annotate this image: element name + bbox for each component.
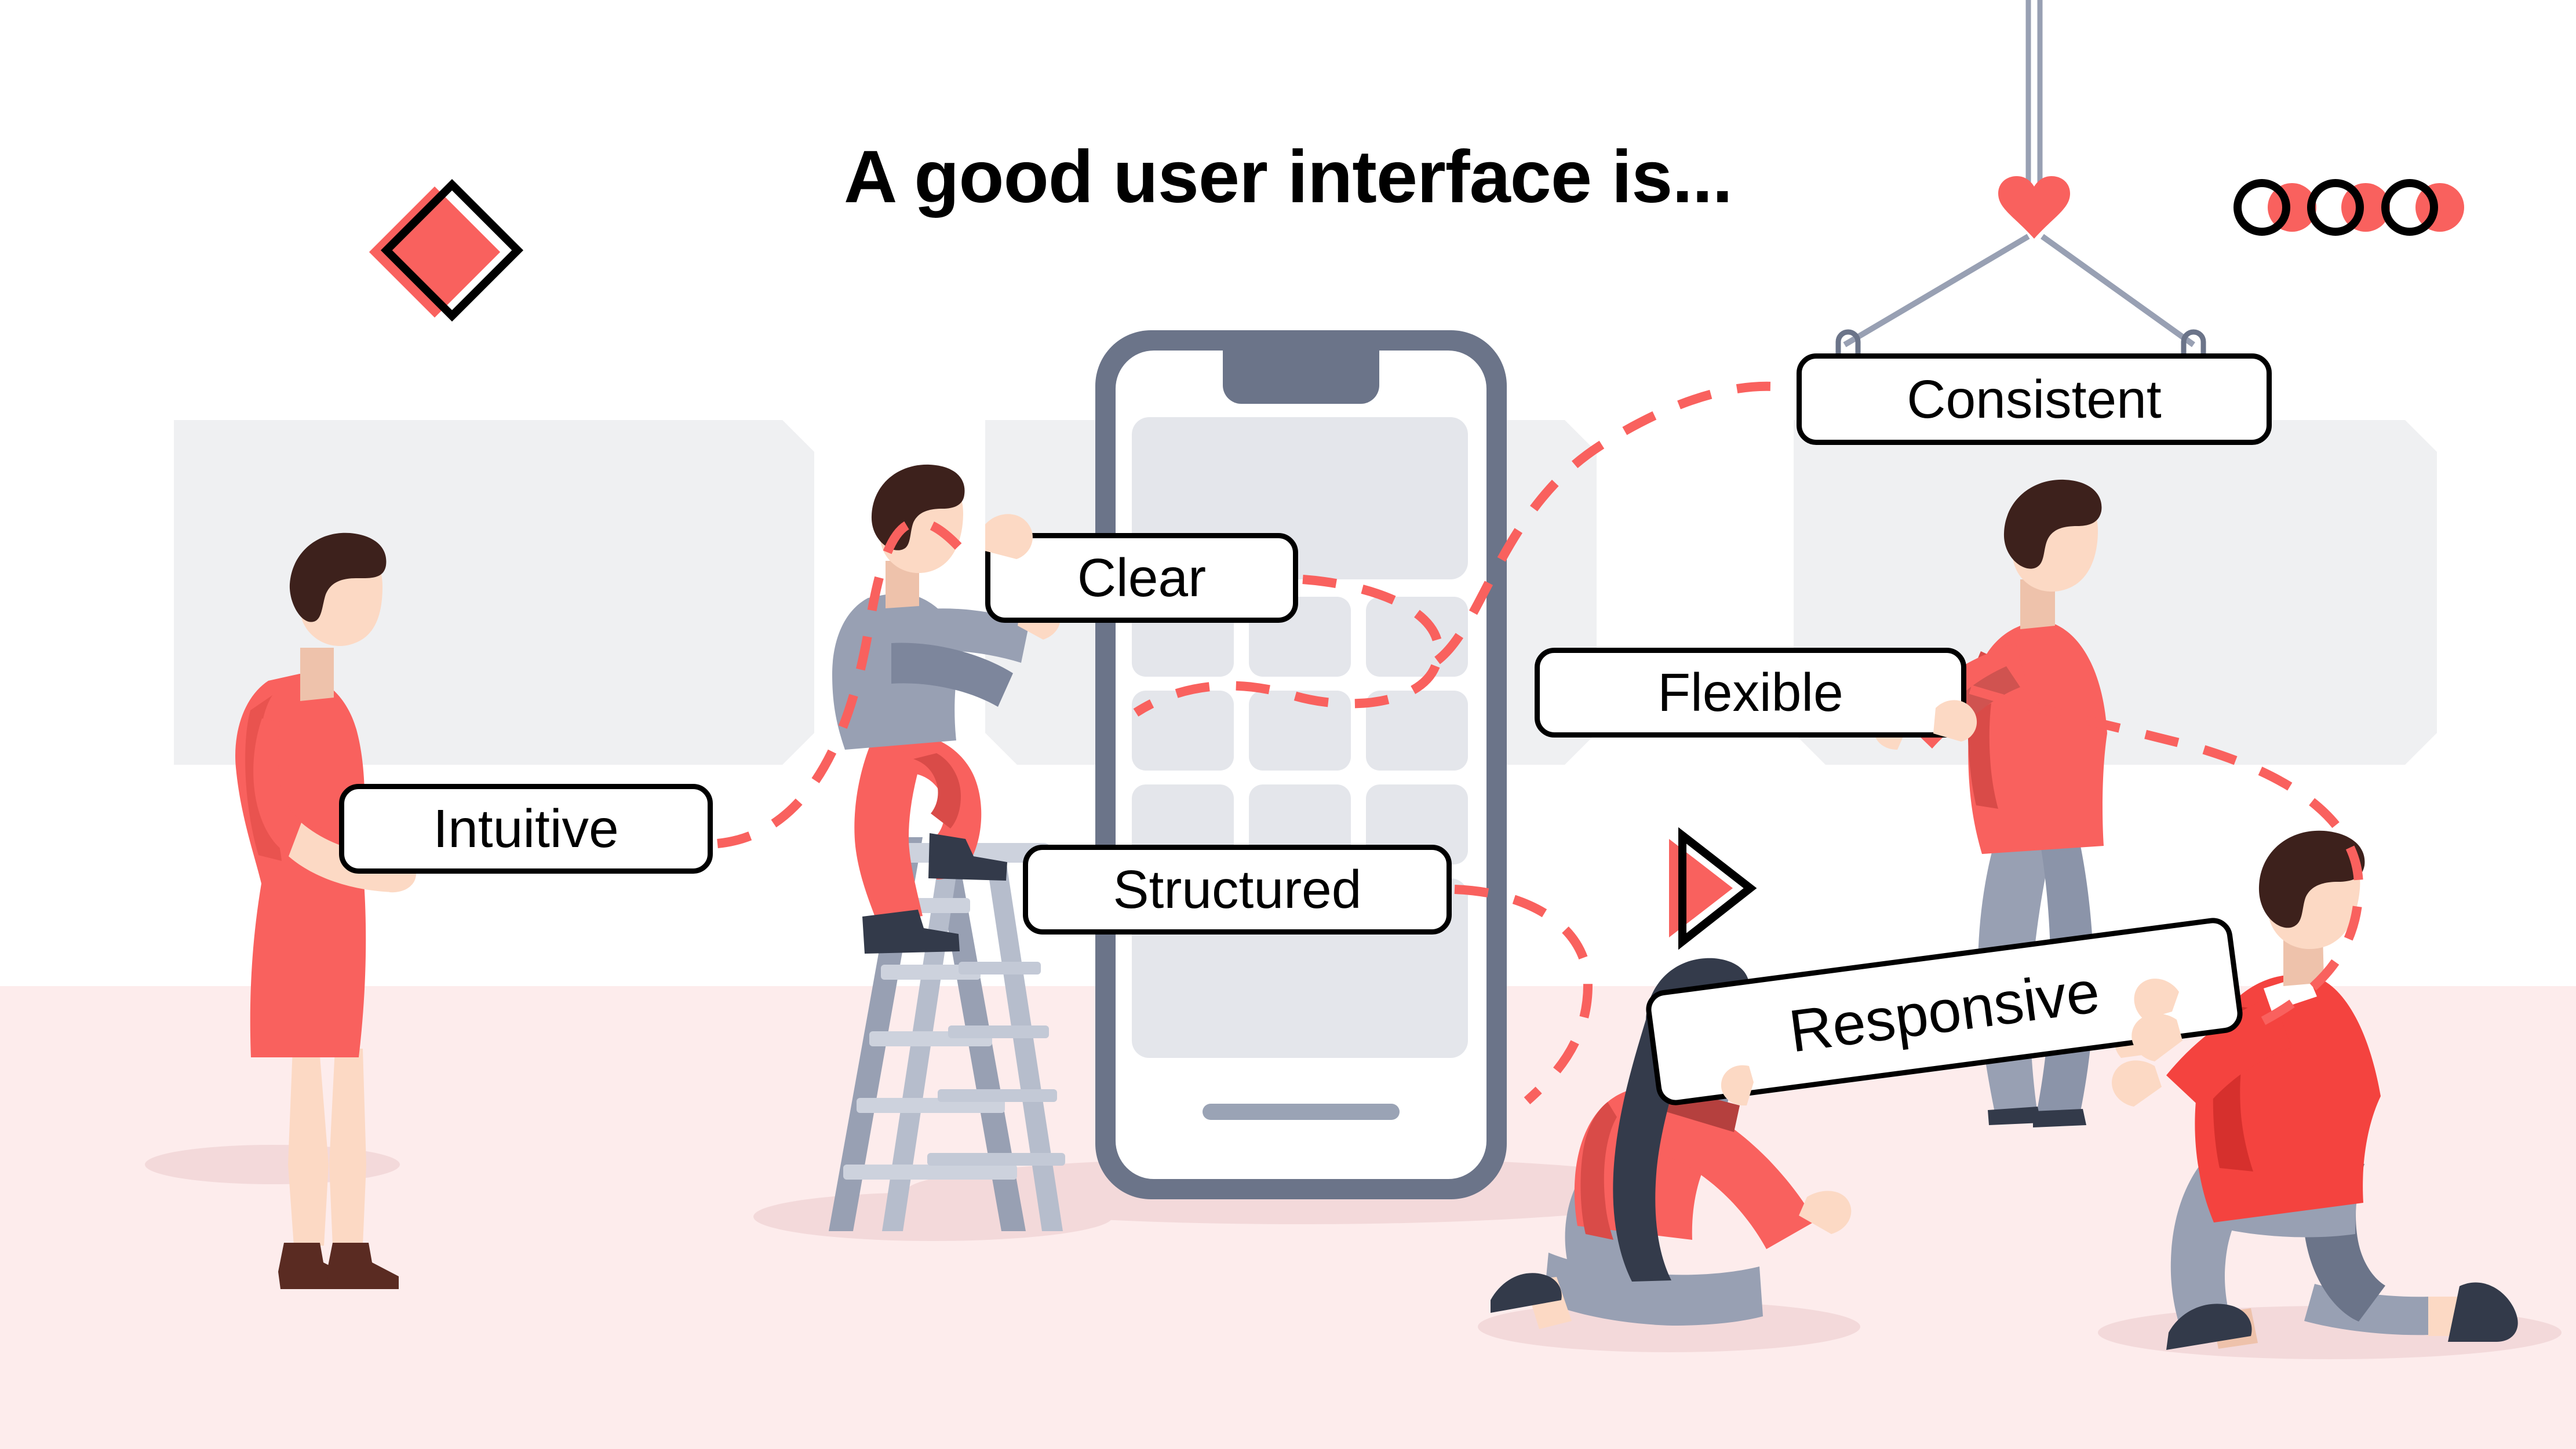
hand-over-responsive-right — [2132, 1013, 2183, 1061]
illustration-canvas: A good user interface is... Intuitive Cl… — [0, 0, 2576, 1449]
hand-over-responsive-left — [1721, 1065, 1754, 1106]
hand-over-flexible — [1933, 700, 1977, 742]
thumb-over-responsive-right — [2134, 979, 2179, 1020]
hand-over-clear — [985, 514, 1033, 559]
page-title: A good user interface is... — [843, 136, 1733, 218]
